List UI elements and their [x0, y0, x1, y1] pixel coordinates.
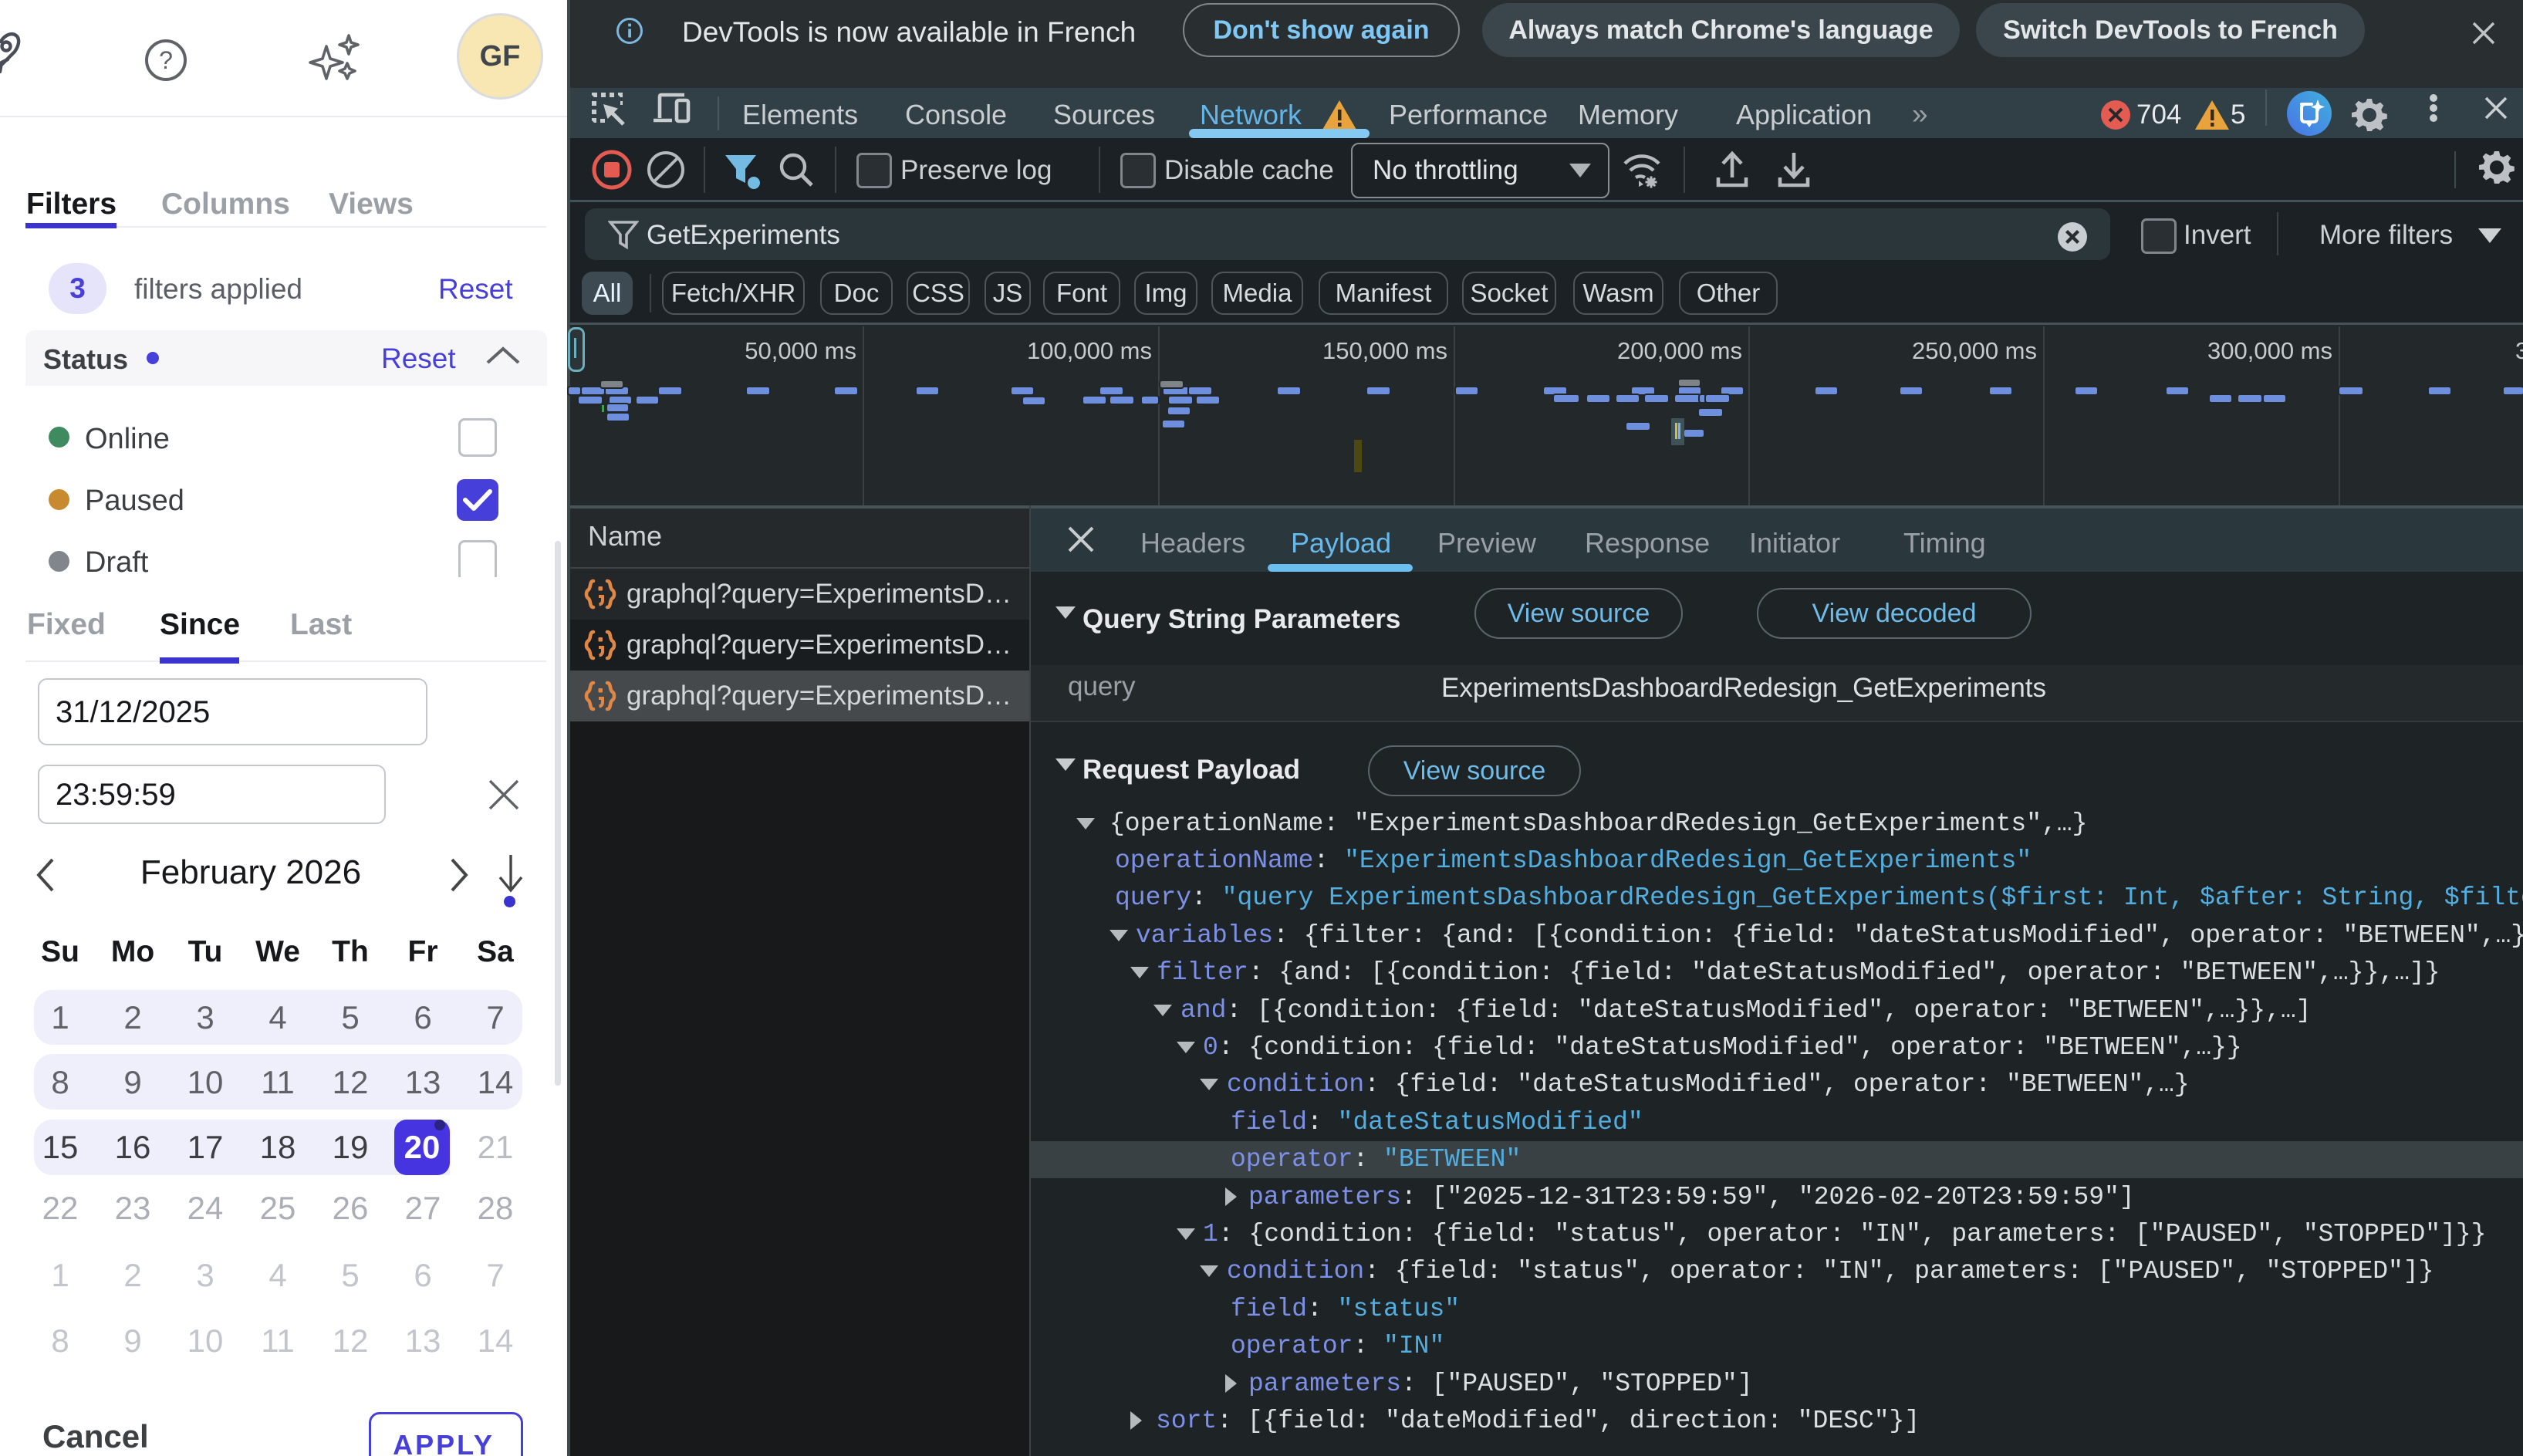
svg-text:?: ? — [159, 46, 173, 74]
